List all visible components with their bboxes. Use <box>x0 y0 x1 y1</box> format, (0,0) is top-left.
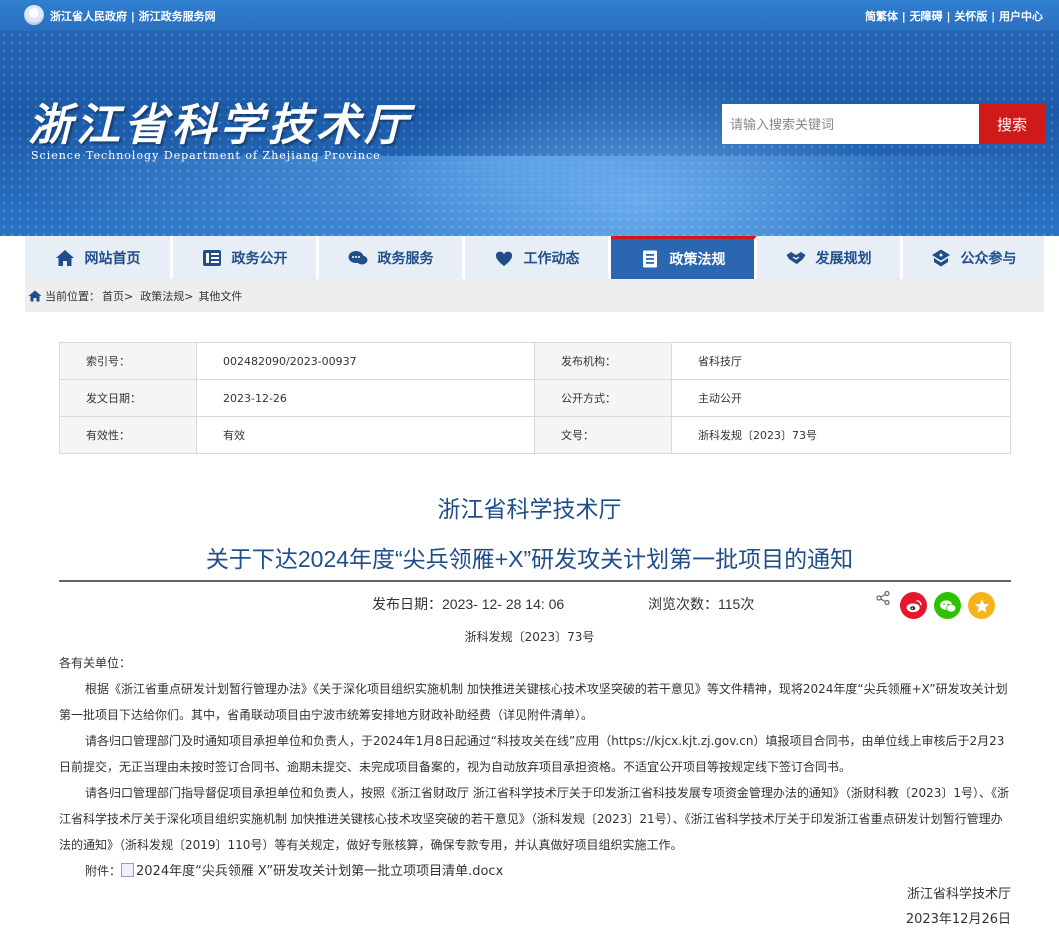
attachment-label: 附件： <box>85 864 122 878</box>
nav-item-news[interactable]: 工作动态 <box>465 236 611 279</box>
view-count-label: 浏览次数： <box>648 596 718 612</box>
search-button[interactable]: 搜索 <box>979 104 1045 144</box>
nav-item-services[interactable]: 政务服务 <box>319 236 465 279</box>
nav-item-label: 工作动态 <box>523 250 580 267</box>
header-banner: 浙江省科学技术厅 Science Technology Department o… <box>0 31 1059 236</box>
publish-date: 发布日期：2023- 12- 28 14: 06 <box>372 594 564 614</box>
view-count: 浏览次数：115次 <box>648 594 754 614</box>
article-body: 各有关单位： 根据《浙江省重点研发计划暂行管理办法》《关于深化项目组织实施机制 … <box>59 650 1011 885</box>
top-bar-right-links[interactable]: 简繁体 | 无障碍 | 关怀版 | 用户中心 <box>865 8 1043 24</box>
info-key: 公开方式： <box>534 379 672 417</box>
article-org-title: 浙江省科学技术厅 <box>437 496 622 522</box>
paragraph-1: 根据《浙江省重点研发计划暂行管理办法》《关于深化项目组织实施机制 加快推进关键核… <box>59 682 1008 722</box>
nav-item-label: 政务公开 <box>231 250 288 267</box>
favorite-star-icon[interactable] <box>968 592 995 619</box>
info-key: 有效性： <box>59 416 197 454</box>
signature-date: 2023年12月26日 <box>905 912 1011 927</box>
attachment-link[interactable]: 2024年度“尖兵领雁 X”研发攻关计划第一批立项项目清单.docx <box>136 864 503 879</box>
nav-item-label: 政策法规 <box>669 252 726 268</box>
nav-item-label: 网站首页 <box>84 250 141 267</box>
breadcrumb-prefix: 当前位置： <box>45 289 100 303</box>
top-bar: 浙江省人民政府 | 浙江政务服务网 简繁体 | 无障碍 | 关怀版 | 用户中心 <box>0 0 1059 31</box>
nav-item-open-gov[interactable]: 政务公开 <box>173 236 319 279</box>
info-value: 2023-12-26 <box>196 379 535 417</box>
location-home-icon <box>28 290 42 301</box>
publish-date-value: 2023- 12- 28 14: 06 <box>442 596 565 612</box>
weibo-share-icon[interactable] <box>900 592 927 619</box>
heart-icon <box>494 249 514 267</box>
search-input[interactable] <box>722 104 979 144</box>
nav-item-participation[interactable]: 公众参与 <box>903 236 1044 279</box>
info-value: 002482090/2023-00937 <box>196 342 535 380</box>
attachment-line: 附件： 2024年度“尖兵领雁 X”研发攻关计划第一批立项项目清单.docx <box>59 858 1011 885</box>
signature-org: 浙江省科学技术厅 <box>906 887 1011 902</box>
nav-item-label: 公众参与 <box>960 250 1017 267</box>
document-number: 浙科发规〔2023〕73号 <box>464 630 595 644</box>
breadcrumb-home[interactable]: 首页> <box>102 288 133 304</box>
table-row: 有效性： 有效 文号： 浙科发规〔2023〕73号 <box>59 416 1011 454</box>
handshake-icon <box>786 249 806 267</box>
nav-item-label: 政务服务 <box>377 250 434 267</box>
info-key: 文号： <box>534 416 672 454</box>
nav-item-planning[interactable]: 发展规划 <box>757 236 903 279</box>
info-key: 发文日期： <box>59 379 197 417</box>
nav-item-home[interactable]: 网站首页 <box>25 236 173 279</box>
nav-item-label: 发展规划 <box>815 250 872 267</box>
paragraph-2: 请各归口管理部门及时通知项目承担单位和负责人，于2024年1月8日起通过“科技攻… <box>59 734 1005 774</box>
nav-item-policy[interactable]: 政策法规 <box>611 236 757 279</box>
government-emblem-icon <box>24 5 44 25</box>
wechat-share-icon[interactable] <box>934 592 961 619</box>
site-title: 浙江省科学技术厅 <box>28 100 412 151</box>
table-row: 索引号： 002482090/2023-00937 发布机构： 省科技厅 <box>59 342 1011 380</box>
file-icon <box>121 863 135 877</box>
info-value: 主动公开 <box>671 379 1011 417</box>
home-icon <box>55 249 75 267</box>
breadcrumb-policy[interactable]: 政策法规> <box>140 288 193 304</box>
title-divider <box>59 580 1011 582</box>
document-icon <box>640 250 660 268</box>
breadcrumb-current: 其他文件 <box>198 289 243 303</box>
info-value: 省科技厅 <box>671 342 1011 380</box>
paragraph-3: 请各归口管理部门指导督促项目承担单位和负责人，按照《浙江省财政厅 浙江省科学技术… <box>59 786 1009 852</box>
publish-date-label: 发布日期： <box>372 596 442 612</box>
main-nav: 网站首页 政务公开 政务服务 工作动态 政策法规 发展规划 公众参与 <box>25 236 1044 279</box>
document-info-table: 索引号： 002482090/2023-00937 发布机构： 省科技厅 发文日… <box>59 342 1011 454</box>
open-gov-icon <box>202 249 222 267</box>
share-icon[interactable] <box>876 591 890 605</box>
info-key: 索引号： <box>59 342 197 380</box>
participation-icon <box>931 249 951 267</box>
info-value: 有效 <box>196 416 535 454</box>
info-key: 发布机构： <box>534 342 672 380</box>
article-title: 关于下达2024年度“尖兵领雁+X”研发攻关计划第一批项目的通知 <box>205 546 854 572</box>
table-row: 发文日期： 2023-12-26 公开方式： 主动公开 <box>59 379 1011 417</box>
salutation: 各有关单位： <box>59 656 132 670</box>
info-value: 浙科发规〔2023〕73号 <box>671 416 1011 454</box>
view-count-value: 115次 <box>718 596 755 612</box>
service-icon <box>348 249 368 267</box>
top-bar-left-links[interactable]: 浙江省人民政府 | 浙江政务服务网 <box>50 8 216 24</box>
site-subtitle: Science Technology Department of Zhejian… <box>31 149 381 162</box>
breadcrumb: 当前位置： 首页> 政策法规> 其他文件 <box>25 279 1044 312</box>
